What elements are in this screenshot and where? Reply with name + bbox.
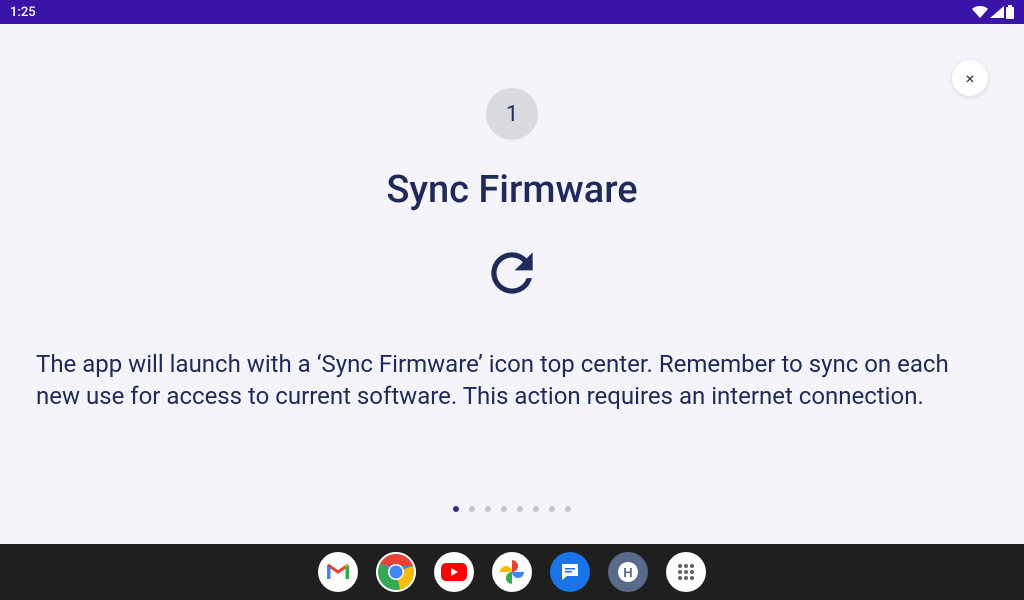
close-icon: × — [966, 69, 975, 88]
status-time: 1:25 — [10, 5, 36, 20]
pagination-dots[interactable] — [0, 506, 1024, 512]
step-description: The app will launch with a ‘Sync Firmwar… — [0, 348, 1024, 413]
step-title: Sync Firmware — [386, 168, 637, 212]
close-button[interactable]: × — [952, 60, 988, 96]
dot-2[interactable] — [469, 506, 475, 512]
youtube-app-icon[interactable] — [434, 552, 474, 592]
dot-6[interactable] — [533, 506, 539, 512]
navigation-bar: H — [0, 544, 1024, 600]
photos-app-icon[interactable] — [492, 552, 532, 592]
wifi-icon — [972, 6, 988, 18]
status-bar: 1:25 — [0, 0, 1024, 24]
dot-5[interactable] — [517, 506, 523, 512]
sync-icon — [481, 242, 543, 308]
app-drawer-icon[interactable] — [666, 552, 706, 592]
signal-icon — [990, 6, 1004, 18]
messages-app-icon[interactable] — [550, 552, 590, 592]
h-app-icon[interactable]: H — [608, 552, 648, 592]
gmail-app-icon[interactable] — [318, 552, 358, 592]
dot-7[interactable] — [549, 506, 555, 512]
status-icons — [972, 5, 1014, 19]
dot-3[interactable] — [485, 506, 491, 512]
svg-text:H: H — [623, 565, 632, 580]
battery-icon — [1006, 5, 1014, 19]
onboarding-screen: × 1 Sync Firmware The app will launch wi… — [0, 24, 1024, 544]
step-number-badge: 1 — [486, 88, 538, 140]
dot-4[interactable] — [501, 506, 507, 512]
chrome-app-icon[interactable] — [376, 552, 416, 592]
dot-1[interactable] — [453, 506, 459, 512]
dot-8[interactable] — [565, 506, 571, 512]
step-number: 1 — [506, 102, 518, 127]
